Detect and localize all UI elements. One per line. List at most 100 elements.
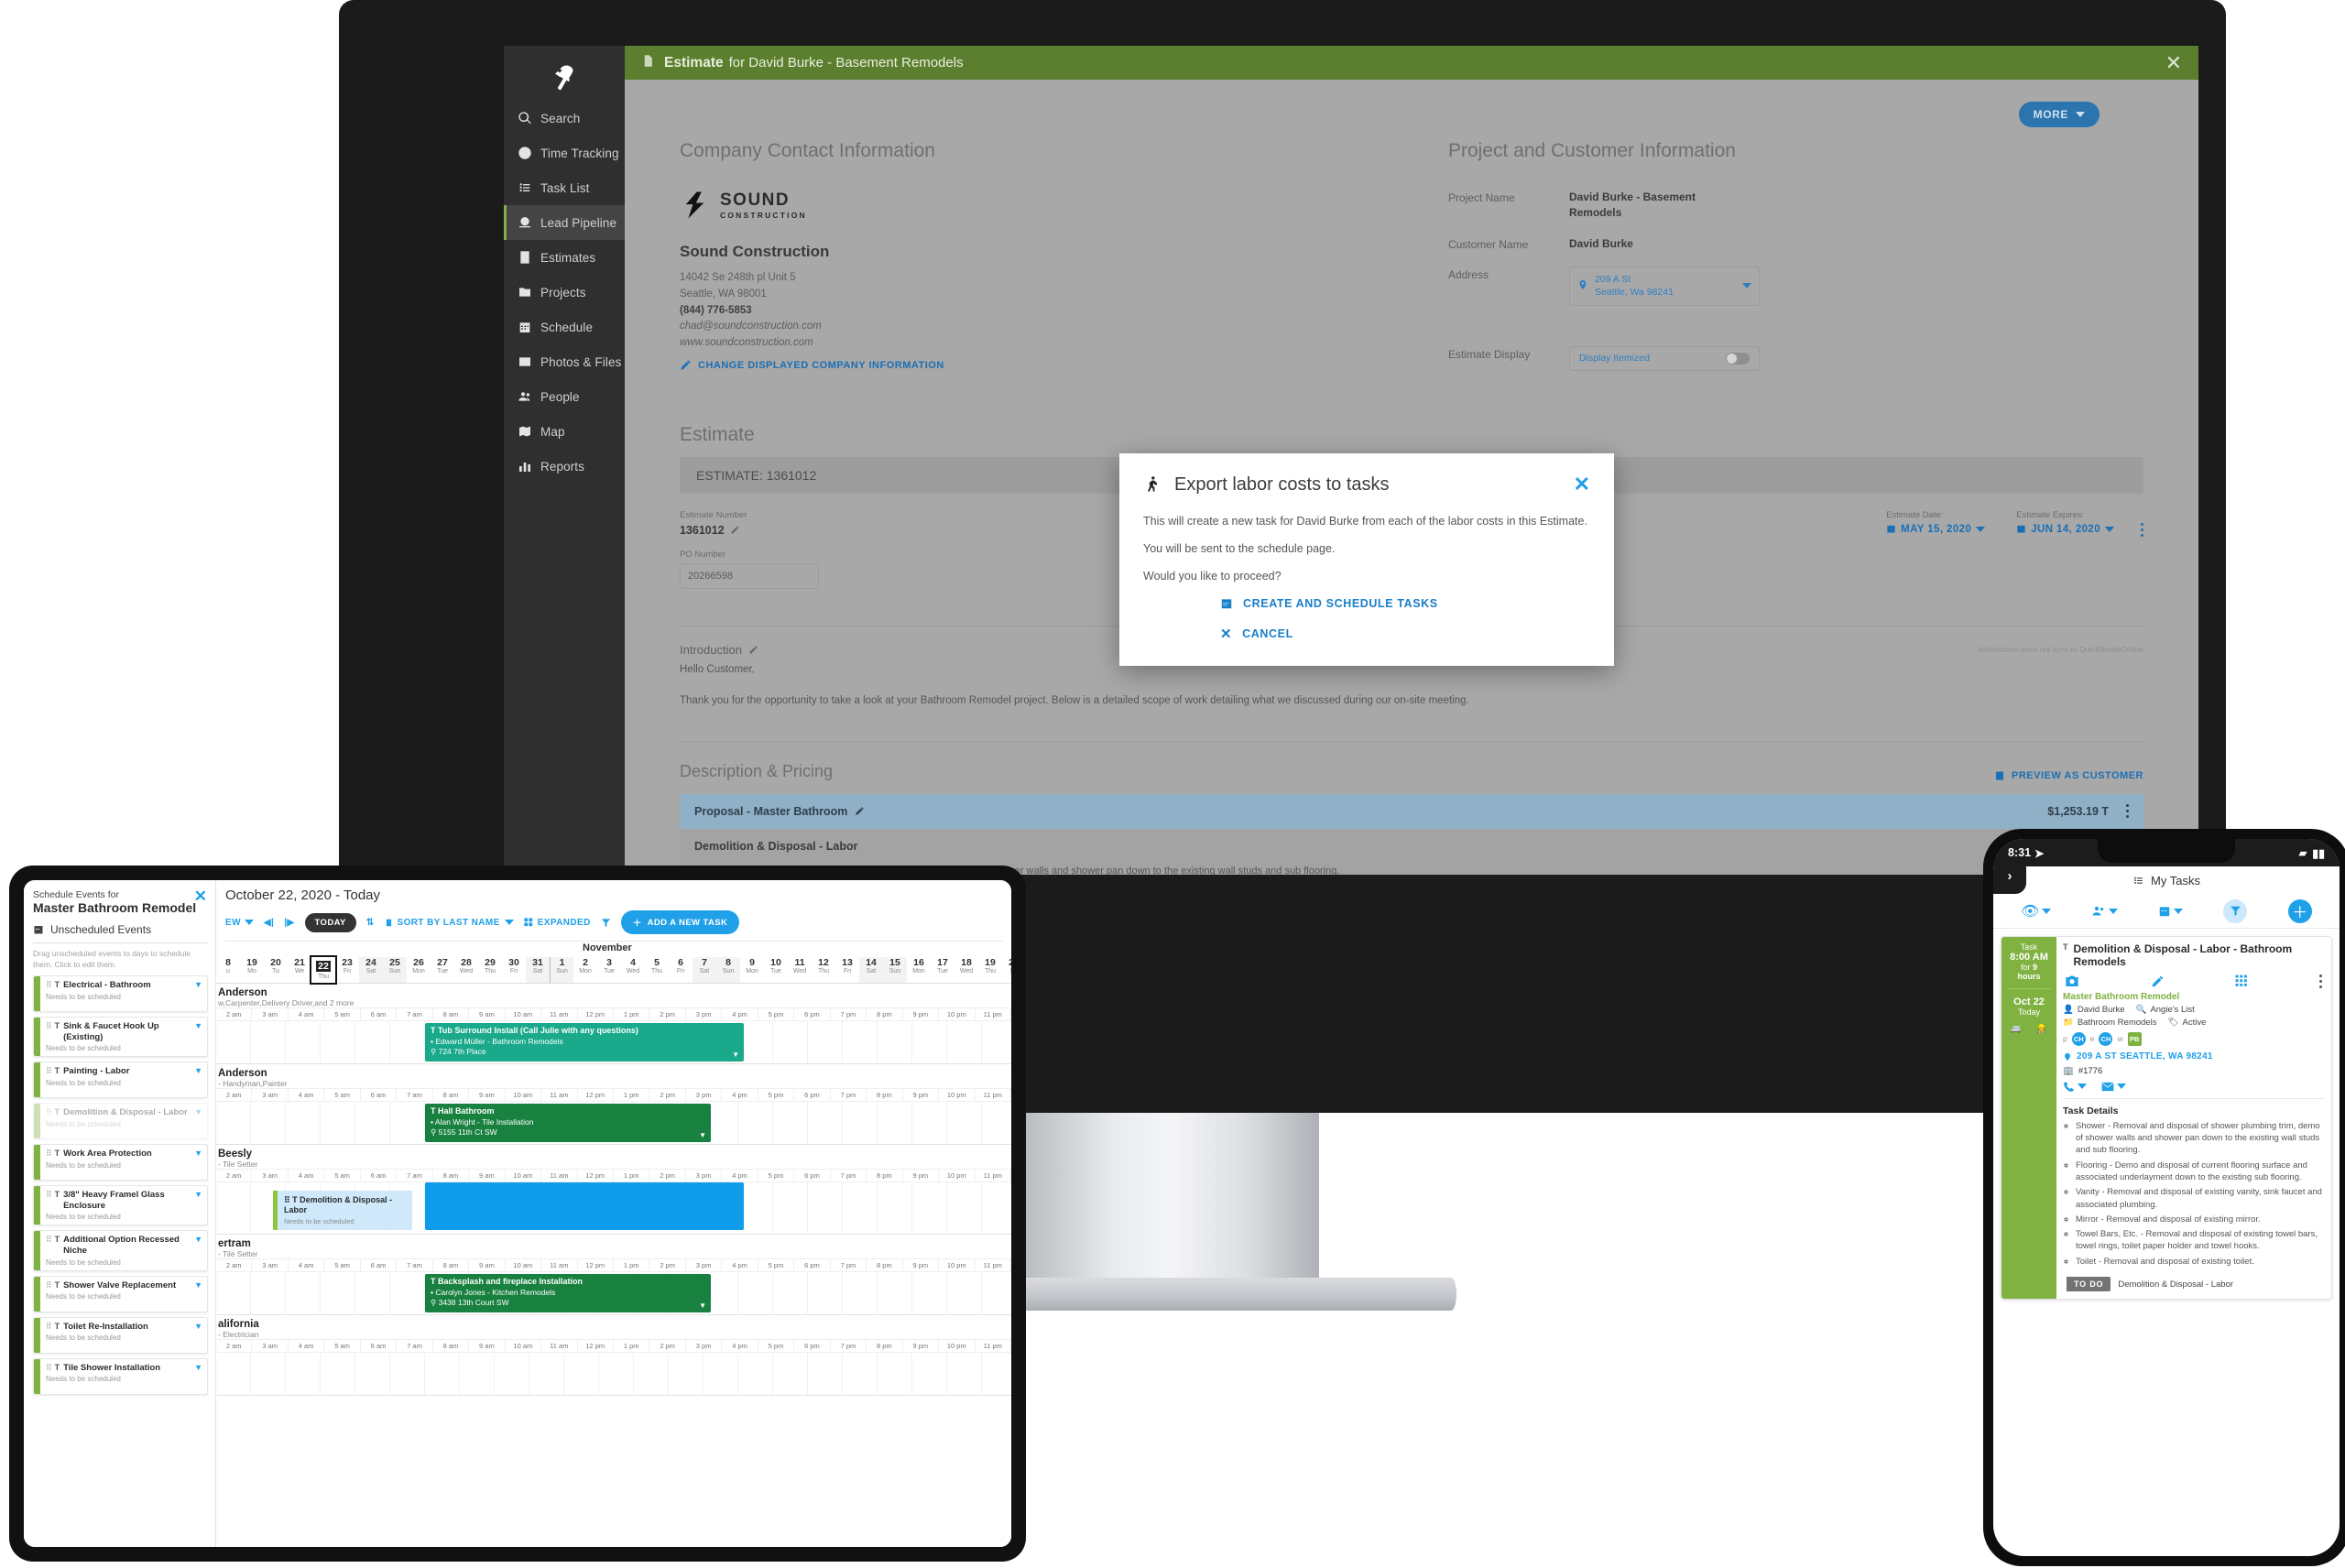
estimate-expires-picker[interactable]: JUN 14, 2020 — [2016, 524, 2114, 535]
calendar-day[interactable]: 31 Sat — [526, 957, 550, 983]
task-overflow-menu[interactable] — [2319, 974, 2323, 988]
drag-handle-icon[interactable]: ⠿ — [46, 1363, 52, 1373]
grid-icon[interactable] — [2235, 975, 2248, 987]
calendar-day[interactable]: 14 Sat — [859, 957, 883, 983]
list-item[interactable]: ⠿ T Painting - Labor ▼ Needs to be scheduled — [33, 1062, 208, 1099]
calendar-day[interactable]: 12 Thu — [812, 957, 835, 983]
list-item[interactable]: ⠿ T Shower Valve Replacement ▼ Needs to be s… — [33, 1275, 208, 1312]
calendar-day[interactable]: 16 Mon — [907, 957, 931, 983]
calendar-day[interactable]: 6 Fri — [669, 957, 693, 983]
schedule-event[interactable]: T Hall Bathroom ▪ Alan Wright - Tile Inst… — [425, 1104, 711, 1142]
close-icon[interactable]: ✕ — [1574, 474, 1590, 495]
task-card[interactable]: Task 8:00 AM for 9 hours Oct 22 Today 🚐 … — [2001, 936, 2332, 1301]
sidebar-item-lead-pipeline[interactable]: Lead Pipeline — [504, 205, 625, 240]
edit-icon[interactable] — [730, 525, 740, 535]
calendar-day[interactable]: 5 Thu — [645, 957, 669, 983]
schedule-lane[interactable]: T Tub Surround Install (Call Julie with … — [216, 1021, 1011, 1063]
edit-icon[interactable] — [748, 645, 758, 655]
pricing-group-band[interactable]: Proposal - Master Bathroom $1,253.19 T — [680, 793, 2143, 829]
list-item[interactable]: ⠿ T Demolition & Disposal - Labor ▼ Needs to… — [33, 1103, 208, 1140]
preview-as-customer-link[interactable]: PREVIEW AS CUSTOMER — [1994, 770, 2143, 781]
chevron-down-icon[interactable]: ▼ — [194, 1280, 202, 1290]
schedule-event[interactable]: T Tub Surround Install (Call Julie with … — [425, 1023, 744, 1062]
chevron-down-icon[interactable]: ▼ — [194, 1190, 202, 1199]
sidebar-item-search[interactable]: Search — [504, 101, 625, 136]
calendar-day[interactable]: 30 Fri — [502, 957, 526, 983]
add-new-task-button[interactable]: ＋ ADD A NEW TASK — [620, 910, 740, 934]
edit-icon[interactable] — [855, 806, 865, 816]
view-selector[interactable]: EW — [225, 918, 254, 928]
calendar-day[interactable]: 4 Wed — [621, 957, 645, 983]
list-item[interactable]: ⠿ T 3/8" Heavy Framel Glass Enclosure ▼ Need… — [33, 1185, 208, 1226]
list-item[interactable]: ⠿ T Electrical - Bathroom ▼ Needs to be sche… — [33, 975, 208, 1013]
calendar-day[interactable]: 23 Fri — [335, 957, 359, 983]
calendar-day[interactable]: 1 Sun — [550, 957, 573, 983]
edit-icon[interactable] — [2151, 975, 2165, 988]
chevron-down-icon[interactable]: ▼ — [699, 1131, 706, 1139]
drag-handle-icon[interactable]: ⠿ — [46, 980, 52, 990]
create-and-schedule-tasks-button[interactable]: CREATE AND SCHEDULE TASKS — [1220, 597, 1438, 610]
calendar-day[interactable]: 20 Tu — [264, 957, 288, 983]
drag-handle-icon[interactable]: ⠿ — [46, 1190, 52, 1200]
calendar-day[interactable]: 21 We — [288, 957, 311, 983]
sidebar-item-reports[interactable]: Reports — [504, 449, 625, 484]
calendar-day[interactable]: 8 Sun — [716, 957, 740, 983]
calendar-day[interactable]: 20Fri — [1002, 957, 1011, 983]
chevron-down-icon[interactable]: ▼ — [194, 1235, 202, 1244]
chevron-down-icon[interactable]: ▼ — [194, 980, 202, 989]
schedule-lane[interactable]: T Backsplash and fireplace Installation ▪… — [216, 1272, 1011, 1314]
estimate-date-picker[interactable]: MAY 15, 2020 — [1886, 524, 1986, 535]
drag-handle-icon[interactable]: ⠿ — [46, 1107, 52, 1117]
more-button[interactable]: MORE — [2018, 102, 2100, 127]
group-overflow-menu[interactable] — [2125, 804, 2129, 819]
calendar-day[interactable]: 15 Sun — [883, 957, 907, 983]
dragged-event[interactable]: ⠿ T Demolition & Disposal - Labor Needs t… — [273, 1191, 412, 1230]
po-number-input[interactable]: 20266598 — [680, 562, 819, 589]
sidebar-item-estimates[interactable]: Estimates — [504, 240, 625, 275]
view-filter-button[interactable]: 👁 — [2021, 902, 2052, 920]
sidebar-item-schedule[interactable]: Schedule — [504, 310, 625, 344]
add-task-button[interactable]: ＋ — [2287, 898, 2312, 923]
change-company-info-link[interactable]: CHANGE DISPLAYED COMPANY INFORMATION — [680, 359, 1441, 371]
camera-icon[interactable] — [2065, 975, 2079, 987]
drag-handle-icon[interactable]: ⠿ — [46, 1322, 52, 1332]
calendar-day[interactable]: 3 Tue — [597, 957, 621, 983]
calendar-day[interactable]: 18 Wed — [954, 957, 978, 983]
drag-handle-icon[interactable]: ⠿ — [46, 1280, 52, 1290]
close-icon[interactable]: ✕ — [2165, 52, 2182, 73]
list-item[interactable]: ⠿ T Sink & Faucet Hook Up (Existing) ▼ Needs… — [33, 1017, 208, 1058]
estimate-overflow-menu[interactable] — [2140, 522, 2143, 589]
today-button[interactable]: TODAY — [304, 912, 356, 932]
estimate-display-toggle[interactable]: Display Itemized — [1568, 345, 1760, 371]
calendar-day[interactable]: 28 Wed — [454, 957, 478, 983]
drop-target[interactable] — [425, 1182, 744, 1230]
sidebar-item-task-list[interactable]: Task List — [504, 170, 625, 205]
back-button[interactable]: › — [1993, 857, 2026, 894]
schedule-lane[interactable]: T Hall Bathroom ▪ Alan Wright - Tile Inst… — [216, 1102, 1011, 1144]
calendar-day[interactable]: 19 Thu — [978, 957, 1002, 983]
calendar-day[interactable]: 9 Mon — [740, 957, 764, 983]
sort-icon[interactable]: ⇅ — [366, 918, 375, 928]
chevron-down-icon[interactable]: ▼ — [194, 1066, 202, 1075]
calendar-day[interactable]: 19 Mo — [240, 957, 264, 983]
calendar-day[interactable]: 24 Sat — [359, 957, 383, 983]
calendar-day[interactable]: 27 Tue — [431, 957, 454, 983]
sidebar-item-photos-files[interactable]: Photos & Files — [504, 344, 625, 379]
expanded-toggle[interactable]: EXPANDED — [524, 918, 591, 928]
calendar-day[interactable]: 22 Thu — [310, 955, 337, 985]
calendar-day[interactable]: 13 Fri — [835, 957, 859, 983]
date-filter-button[interactable] — [2158, 905, 2184, 918]
next-period-button[interactable]: |▶ — [284, 918, 294, 928]
sidebar-item-people[interactable]: People — [504, 379, 625, 414]
drag-handle-icon[interactable]: ⠿ — [46, 1021, 52, 1031]
close-icon[interactable]: ✕ — [194, 887, 207, 906]
calendar-day[interactable]: 2 Mon — [573, 957, 597, 983]
calendar-day[interactable]: 10 Tue — [764, 957, 788, 983]
calendar-day[interactable]: 29 Thu — [478, 957, 502, 983]
schedule-lane[interactable] — [216, 1353, 1011, 1395]
filter-button[interactable] — [2223, 898, 2248, 923]
chevron-down-icon[interactable]: ▼ — [732, 1051, 739, 1059]
address-select[interactable]: 209 A St Seattle, Wa 98241 — [1568, 267, 1760, 306]
task-todo-row[interactable]: TO DO Demolition & Disposal - Labor — [2063, 1277, 2325, 1292]
calendar-day[interactable]: 17 Tue — [931, 957, 954, 983]
